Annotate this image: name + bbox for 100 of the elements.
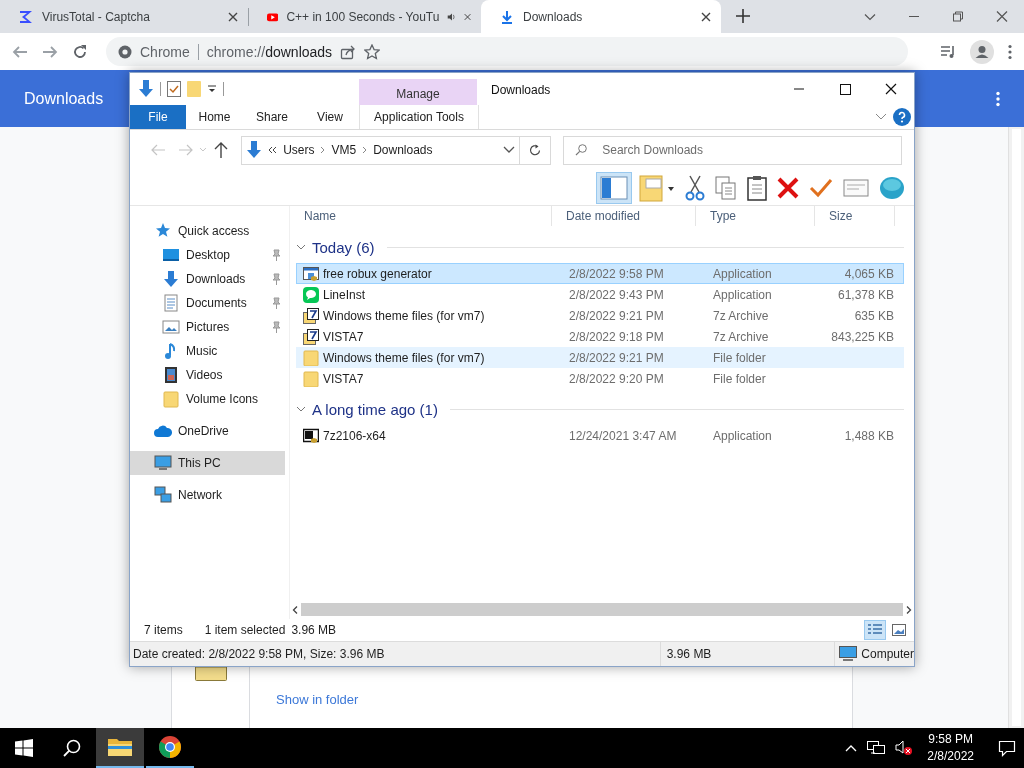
taskbar-app[interactable]	[96, 728, 144, 768]
column-header[interactable]: Type	[696, 206, 815, 226]
file-name: VISTA7	[323, 371, 364, 386]
checkmark-icon[interactable]	[809, 177, 833, 198]
nav-item[interactable]: Videos	[130, 363, 285, 387]
column-header[interactable]: Date modified	[552, 206, 696, 226]
close-icon[interactable]	[228, 11, 238, 22]
details-text: Date created: 2/8/2022 9:58 PM, Size: 3.96 MB	[133, 647, 386, 661]
star-icon[interactable]	[364, 43, 381, 60]
dropdown-icon[interactable]	[502, 146, 515, 154]
close-icon[interactable]	[701, 11, 711, 22]
group-header[interactable]: A long time ago (1)	[312, 400, 438, 418]
file-row[interactable]: VISTA7 2/8/2022 9:20 PM File folder	[296, 368, 904, 389]
profile-avatar-icon[interactable]	[970, 39, 994, 64]
application-icon	[303, 265, 319, 282]
archive-icon	[303, 307, 319, 324]
clock-date[interactable]: 2/8/2022	[927, 748, 974, 765]
volume-muted-icon[interactable]	[895, 740, 914, 756]
search-field[interactable]: Search Downloads	[563, 135, 902, 165]
details-view-button[interactable]	[864, 620, 886, 640]
notification-icon[interactable]	[998, 739, 1016, 757]
chevron-down-icon[interactable]	[296, 243, 306, 251]
refresh-button[interactable]	[519, 135, 552, 165]
delete-icon[interactable]	[777, 176, 799, 199]
chevron-down-icon[interactable]	[296, 405, 306, 413]
download-arrow-icon[interactable]	[138, 80, 154, 98]
properties-icon[interactable]	[167, 81, 181, 97]
column-header[interactable]: Size	[815, 206, 895, 226]
scroll-left-icon[interactable]	[292, 605, 298, 614]
file-name: Windows theme files (for vm7)	[323, 308, 485, 323]
file-row[interactable]: free robux generator 2/8/2022 9:58 PM Application 4,065 KB	[296, 263, 904, 284]
show-in-folder-link[interactable]: Show in folder	[276, 692, 359, 707]
nav-item[interactable]: Music	[130, 339, 285, 363]
nav-item[interactable]: Downloads	[130, 267, 285, 291]
file-row[interactable]: LineInst 2/8/2022 9:43 PM Application 61,378 KB	[296, 284, 904, 305]
search-icon	[575, 143, 588, 156]
forward-icon[interactable]	[42, 43, 58, 60]
monitor-icon	[839, 646, 858, 662]
new-tab-icon[interactable]	[736, 8, 750, 23]
overflow-icon[interactable]	[268, 146, 278, 154]
scroll-right-icon[interactable]	[906, 605, 912, 614]
file-row[interactable]: Windows theme files (for vm7) 2/8/2022 9:21 PM File folder	[296, 347, 904, 368]
table-cell-text: 61,378 KB	[836, 287, 894, 302]
monitor-icon	[154, 454, 172, 472]
up-icon[interactable]	[214, 142, 229, 158]
ribbon-tab[interactable]: View	[301, 105, 359, 129]
file-name: LineInst	[323, 287, 366, 302]
browser-tab[interactable]: C++ in 100 Seconds - YouTu	[249, 0, 481, 33]
group-header[interactable]: Today (6)	[312, 238, 375, 256]
location-text: Computer	[861, 647, 914, 661]
nav-item[interactable]: Volume Icons	[130, 387, 285, 411]
folder-icon	[108, 737, 132, 757]
breadcrumb[interactable]: VM5	[331, 143, 357, 157]
nav-item[interactable]: Network	[130, 483, 285, 507]
scissors-icon[interactable]	[685, 174, 705, 201]
search-icon[interactable]	[63, 739, 81, 757]
breadcrumb[interactable]: Users	[283, 143, 315, 157]
folder-icon	[303, 370, 319, 387]
chevron-right-icon	[362, 146, 368, 154]
breadcrumb[interactable]: Downloads	[373, 143, 433, 157]
file-row[interactable]: 7z2106-x64 12/24/2021 3:47 AM Application 1,488 KB	[296, 425, 904, 446]
file-menu-tab[interactable]: File	[130, 105, 186, 129]
ribbon-tab[interactable]: Share	[243, 105, 301, 129]
network-icon[interactable]	[867, 740, 886, 756]
table-cell-text: 2/8/2022 9:21 PM	[568, 308, 665, 323]
menu-icon[interactable]	[1008, 43, 1012, 60]
address-bar[interactable]: Chrome chrome://downloads	[106, 37, 908, 66]
globe-icon[interactable]	[879, 175, 905, 200]
ribbon-tab[interactable]: Home	[186, 105, 243, 129]
reload-icon[interactable]	[72, 43, 88, 60]
chevron-down-icon[interactable]	[875, 113, 887, 121]
download-arrow-icon	[246, 141, 263, 159]
share-icon[interactable]	[340, 43, 357, 60]
nav-item[interactable]: Documents	[130, 291, 285, 315]
start-icon[interactable]	[15, 739, 33, 757]
chevron-up-icon[interactable]	[845, 744, 858, 752]
media-icon[interactable]	[940, 43, 956, 60]
table-cell-text: 843,225 KB	[830, 329, 894, 344]
help-icon[interactable]	[893, 108, 911, 126]
clipboard-icon[interactable]	[747, 174, 767, 201]
preview-pane-button[interactable]	[596, 171, 632, 204]
nav-item[interactable]: Quick access	[130, 219, 285, 243]
menu-icon[interactable]	[996, 90, 1000, 107]
column-header[interactable]: Name	[292, 206, 552, 226]
scrollbar[interactable]	[1008, 127, 1024, 728]
browser-tab[interactable]: VirusTotal - Captcha	[0, 0, 248, 33]
back-icon[interactable]	[12, 43, 28, 60]
nav-item[interactable]: This PC	[130, 451, 285, 475]
file-row[interactable]: VISTA7 2/8/2022 9:18 PM 7z Archive 843,225 KB	[296, 326, 904, 347]
clock-time[interactable]: 9:58 PM	[928, 731, 973, 748]
horizontal-scrollbar[interactable]	[292, 602, 912, 617]
browser-tab[interactable]: Downloads	[481, 0, 721, 33]
file-row[interactable]: Windows theme files (for vm7) 2/8/2022 9:21 PM 7z Archive 635 KB	[296, 305, 904, 326]
address-field[interactable]: Users VM5 Downloads	[241, 135, 520, 165]
item-count: 7 items	[144, 623, 183, 637]
nav-item[interactable]: Desktop	[130, 243, 285, 267]
nav-item[interactable]: Pictures	[130, 315, 285, 339]
nav-item[interactable]: OneDrive	[130, 419, 285, 443]
file-name: 7z2106-x64	[323, 428, 386, 443]
dropdown-icon[interactable]	[207, 84, 217, 94]
